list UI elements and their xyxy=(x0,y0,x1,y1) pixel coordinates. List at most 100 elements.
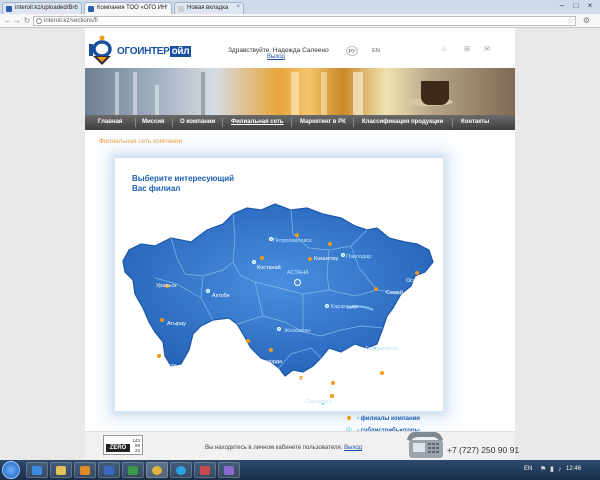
city-label[interactable]: Кызылорда xyxy=(253,359,282,365)
sitemap-icon[interactable]: ⊞ xyxy=(463,46,471,54)
city-label[interactable]: Туркестан xyxy=(293,376,319,382)
taskbar-app-explorer[interactable] xyxy=(50,462,72,478)
city-marker-distributor[interactable] xyxy=(325,304,329,308)
cabinet-text: Вы находитесь в личном кабинете пользова… xyxy=(205,445,343,451)
city-marker-distributor[interactable] xyxy=(252,260,256,264)
bookmark-star-icon[interactable]: ☆ xyxy=(567,16,574,25)
close-tab-icon[interactable]: × xyxy=(236,4,240,10)
volume-icon[interactable]: ♪ xyxy=(558,466,565,473)
city-marker-branch[interactable] xyxy=(157,354,161,358)
city-marker-distributor[interactable] xyxy=(341,253,345,257)
menu-item-about[interactable]: О компании xyxy=(180,115,215,130)
browser-tab-strip: interoil.kz/uploaded/Bro × Компания ТОО … xyxy=(0,0,600,14)
tray-flag-icon[interactable]: ⚑ xyxy=(540,466,547,473)
logo-mark-icon xyxy=(89,35,112,65)
settings-wrench-icon[interactable]: ⚙ xyxy=(583,16,590,25)
city-marker-branch[interactable] xyxy=(260,256,264,260)
mail-icon[interactable]: ✉ xyxy=(483,46,491,54)
city-label[interactable]: Атырау xyxy=(167,321,186,327)
legend-branch-dot xyxy=(347,416,351,421)
page-info-icon[interactable] xyxy=(36,18,42,24)
capital-marker[interactable] xyxy=(294,279,301,286)
city-label[interactable]: Караганда xyxy=(331,304,358,310)
visitor-counter[interactable]: ZERO 143 89 23 xyxy=(103,435,143,455)
taskbar-app-word[interactable] xyxy=(98,462,120,478)
close-tab-icon[interactable]: × xyxy=(164,4,168,10)
city-label[interactable]: Талдыкорган xyxy=(365,346,398,352)
city-marker-branch[interactable] xyxy=(415,271,419,275)
city-marker-distributor[interactable] xyxy=(206,289,210,293)
menu-item-contacts[interactable]: Контакты xyxy=(461,115,489,130)
city-label[interactable]: Костанай xyxy=(257,265,281,271)
url-text: interoil.kz/sections/fi xyxy=(44,18,98,24)
banner-graphic xyxy=(133,72,137,115)
taskbar-app-ie[interactable] xyxy=(26,462,48,478)
city-label[interactable]: Сарыагаш xyxy=(305,399,332,405)
browser-tab-active[interactable]: Компания ТОО «ОГО ИН × xyxy=(84,2,172,14)
page-viewport: ОГОИНТЕР ойл Здравствуйте, Надежда Салеен… xyxy=(0,28,600,460)
maximize-icon[interactable]: □ xyxy=(570,1,582,12)
system-clock[interactable]: 12:46 xyxy=(566,466,581,472)
taskbar-app-skype[interactable] xyxy=(170,462,192,478)
logo-wordmark: ОГОИНТЕР ойл xyxy=(117,46,192,58)
banner-graphic xyxy=(201,72,205,115)
taskbar-app-other[interactable] xyxy=(218,462,240,478)
city-marker-distributor[interactable] xyxy=(277,327,281,331)
city-label[interactable]: Семей xyxy=(386,290,403,296)
city-label[interactable]: Актау xyxy=(162,363,176,369)
menu-item-marketing[interactable]: Маркетинг в РК xyxy=(300,115,346,130)
city-marker-branch[interactable] xyxy=(295,233,299,237)
city-marker-branch[interactable] xyxy=(308,257,312,261)
reload-icon[interactable]: ↻ xyxy=(22,16,32,26)
legend-branches: - филиалы компании xyxy=(347,416,420,422)
forward-icon[interactable]: → xyxy=(12,16,22,26)
banner-graphic xyxy=(155,85,159,115)
logout-link[interactable]: Выход xyxy=(267,54,285,60)
city-marker-branch[interactable] xyxy=(331,381,335,385)
taskbar-app-excel[interactable] xyxy=(122,462,144,478)
menu-item-home[interactable]: Главная xyxy=(98,115,122,130)
city-marker-branch[interactable] xyxy=(269,348,273,352)
menu-divider xyxy=(452,118,453,127)
menu-item-branch-network[interactable]: Филиальная сеть xyxy=(231,115,284,130)
lang-en-button[interactable]: EN xyxy=(370,46,382,56)
city-label[interactable]: Кокшетау xyxy=(314,256,338,262)
legend-branches-text: - филиалы компании xyxy=(357,416,420,422)
url-field[interactable]: interoil.kz/sections/fi xyxy=(33,16,576,26)
taskbar-app-chrome[interactable] xyxy=(146,462,168,478)
close-tab-icon[interactable]: × xyxy=(74,4,78,10)
taskbar-app-paint[interactable] xyxy=(194,462,216,478)
close-window-icon[interactable]: × xyxy=(584,1,596,12)
city-label[interactable]: Петропавловск xyxy=(273,238,312,244)
browser-tab[interactable]: interoil.kz/uploaded/Bro × xyxy=(2,2,82,14)
site-logo[interactable]: ОГОИНТЕР ойл xyxy=(89,35,207,65)
city-label[interactable]: Жезказган xyxy=(284,328,311,334)
menu-divider xyxy=(172,118,173,127)
network-icon[interactable]: ▮ xyxy=(550,466,557,473)
city-label[interactable]: Уральск xyxy=(156,283,177,289)
start-button[interactable] xyxy=(2,461,20,479)
city-label[interactable]: Шымкент xyxy=(307,392,331,398)
footer-logout-link[interactable]: Выход xyxy=(344,445,362,451)
home-icon[interactable]: ⌂ xyxy=(440,46,448,54)
taskbar-app-media[interactable] xyxy=(74,462,96,478)
lang-ru-button[interactable]: РУ xyxy=(346,46,358,56)
contact-phone: +7 (727) 250 90 91 xyxy=(447,445,520,455)
city-label[interactable]: Тараз xyxy=(343,379,358,385)
menu-item-classification[interactable]: Классификация продукции xyxy=(362,115,443,130)
city-label[interactable]: Актобе xyxy=(212,293,230,299)
keyboard-language[interactable]: EN xyxy=(524,466,532,472)
city-marker-branch[interactable] xyxy=(374,287,378,291)
city-marker-branch[interactable] xyxy=(246,339,250,343)
city-label[interactable]: Алматы xyxy=(387,371,407,377)
city-marker-branch[interactable] xyxy=(160,318,164,322)
menu-item-mission[interactable]: Миссия xyxy=(142,115,165,130)
city-label[interactable]: Оскемен xyxy=(406,278,428,284)
city-marker-branch[interactable] xyxy=(328,242,332,246)
counter-numbers: 143 89 23 xyxy=(132,438,140,453)
city-marker-branch[interactable] xyxy=(380,371,384,375)
telephone-image xyxy=(407,431,443,458)
minimize-icon[interactable]: – xyxy=(556,1,568,12)
city-label[interactable]: Павлодар xyxy=(346,254,371,260)
browser-tab[interactable]: Новая вкладка × xyxy=(174,2,244,14)
